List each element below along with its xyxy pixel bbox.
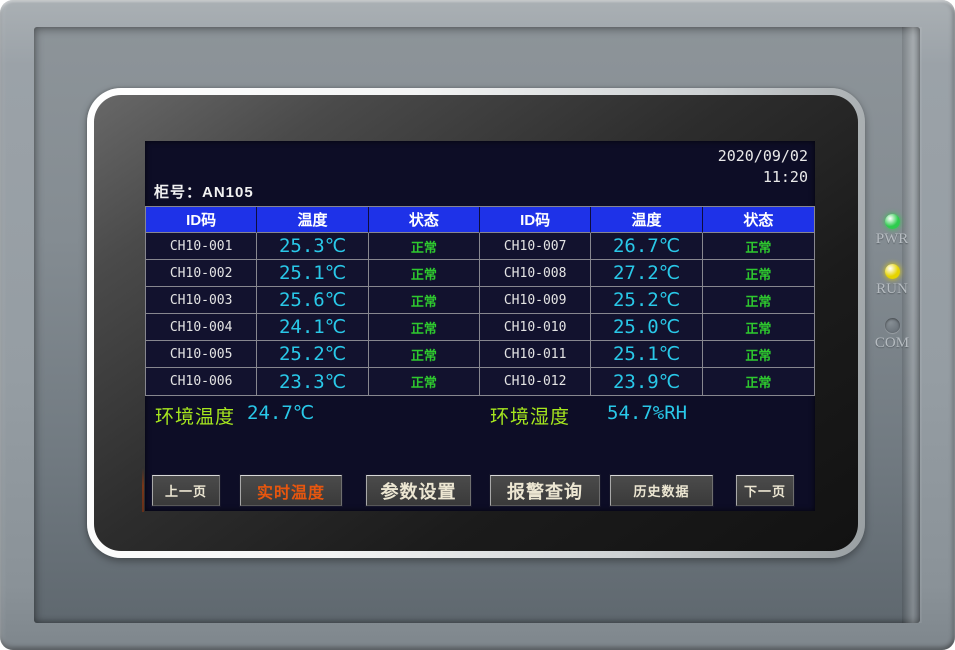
datetime-display: 2020/09/02 11:20 xyxy=(718,146,808,188)
channel-temperature: 23.3℃ xyxy=(257,368,368,395)
run-led-group: RUN xyxy=(867,264,917,298)
lcd-screen: 2020/09/02 11:20 柜号：AN105 ID码温度状态ID码温度状态… xyxy=(145,141,815,511)
channel-id: CH10-008 xyxy=(480,260,591,287)
time-text: 11:20 xyxy=(718,167,808,188)
env-humidity-label: 环境湿度 xyxy=(490,402,570,429)
com-led xyxy=(885,318,900,333)
column-header: 状态 xyxy=(369,207,480,233)
cabinet-label: 柜号：AN105 xyxy=(154,181,254,202)
column-header: 状态 xyxy=(703,207,814,233)
channel-id: CH10-009 xyxy=(480,287,591,314)
led-panel: PWR RUN COM xyxy=(867,214,917,364)
channel-status: 正常 xyxy=(703,260,814,287)
channel-temperature: 25.6℃ xyxy=(257,287,368,314)
alarm-query-button[interactable]: 报警查询 xyxy=(490,475,600,506)
channel-status: 正常 xyxy=(369,287,480,314)
channel-status: 正常 xyxy=(703,368,814,395)
history-data-button[interactable]: 历史数据 xyxy=(610,475,713,506)
channel-status: 正常 xyxy=(369,368,480,395)
run-led-label: RUN xyxy=(867,281,917,298)
channel-temperature: 27.2℃ xyxy=(591,260,702,287)
realtime-temp-button[interactable]: 实时温度 xyxy=(240,475,342,506)
channel-status: 正常 xyxy=(369,260,480,287)
pwr-led-group: PWR xyxy=(867,214,917,248)
env-humidity-value: 54.7%RH xyxy=(607,402,687,424)
column-header: ID码 xyxy=(480,207,591,233)
env-temperature-value: 24.7℃ xyxy=(247,402,314,424)
run-led xyxy=(885,264,900,279)
channel-id: CH10-011 xyxy=(480,341,591,368)
env-temperature-label: 环境温度 xyxy=(155,402,235,429)
channel-temperature: 25.2℃ xyxy=(591,287,702,314)
channel-temperature: 26.7℃ xyxy=(591,233,702,260)
hmi-device: 2020/09/02 11:20 柜号：AN105 ID码温度状态ID码温度状态… xyxy=(0,0,955,650)
channel-status: 正常 xyxy=(703,314,814,341)
column-header: ID码 xyxy=(146,207,257,233)
channel-table: ID码温度状态ID码温度状态CH10-00125.3℃正常CH10-00726.… xyxy=(145,206,815,396)
channel-temperature: 24.1℃ xyxy=(257,314,368,341)
channel-id: CH10-012 xyxy=(480,368,591,395)
pwr-led xyxy=(885,214,900,229)
channel-status: 正常 xyxy=(369,314,480,341)
channel-id: CH10-006 xyxy=(146,368,257,395)
channel-temperature: 25.2℃ xyxy=(257,341,368,368)
date-text: 2020/09/02 xyxy=(718,146,808,167)
channel-id: CH10-003 xyxy=(146,287,257,314)
channel-id: CH10-001 xyxy=(146,233,257,260)
channel-status: 正常 xyxy=(369,341,480,368)
prev-page-button[interactable]: 上一页 xyxy=(152,475,220,506)
next-page-button[interactable]: 下一页 xyxy=(736,475,794,506)
screen-edge-artifact xyxy=(142,468,144,512)
channel-temperature: 25.1℃ xyxy=(591,341,702,368)
column-header: 温度 xyxy=(591,207,702,233)
channel-id: CH10-004 xyxy=(146,314,257,341)
channel-id: CH10-007 xyxy=(480,233,591,260)
pwr-led-label: PWR xyxy=(867,231,917,248)
channel-temperature: 25.1℃ xyxy=(257,260,368,287)
channel-id: CH10-010 xyxy=(480,314,591,341)
channel-id: CH10-005 xyxy=(146,341,257,368)
channel-temperature: 23.9℃ xyxy=(591,368,702,395)
channel-id: CH10-002 xyxy=(146,260,257,287)
channel-status: 正常 xyxy=(369,233,480,260)
channel-temperature: 25.0℃ xyxy=(591,314,702,341)
com-led-label: COM xyxy=(867,335,917,352)
com-led-group: COM xyxy=(867,318,917,352)
channel-status: 正常 xyxy=(703,287,814,314)
param-settings-button[interactable]: 参数设置 xyxy=(366,475,471,506)
channel-status: 正常 xyxy=(703,233,814,260)
channel-temperature: 25.3℃ xyxy=(257,233,368,260)
column-header: 温度 xyxy=(257,207,368,233)
channel-status: 正常 xyxy=(703,341,814,368)
